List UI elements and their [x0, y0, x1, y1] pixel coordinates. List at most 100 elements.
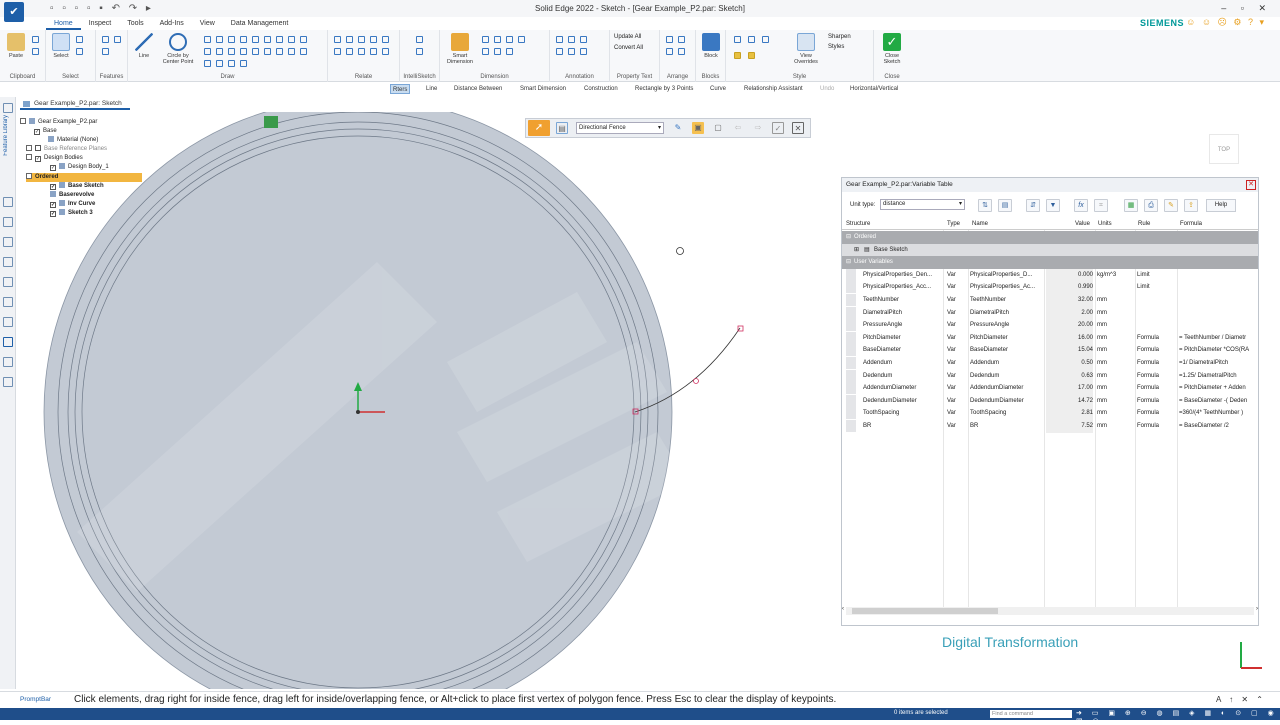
- col-value[interactable]: Value: [1075, 221, 1090, 227]
- cell-rule[interactable]: Formula: [1137, 357, 1175, 370]
- scroll-thumb[interactable]: [852, 608, 998, 614]
- visibility-checkbox[interactable]: ✓: [50, 211, 56, 217]
- tree-item-inv-curve[interactable]: ✓ Inv Curve: [50, 200, 95, 209]
- chamfer-icon[interactable]: [252, 48, 259, 55]
- help-icon[interactable]: [3, 377, 13, 387]
- arrow-right-icon[interactable]: ⇨: [752, 122, 764, 134]
- leader-icon[interactable]: [556, 48, 563, 55]
- cell-type[interactable]: Var: [947, 294, 967, 307]
- balloon-icon[interactable]: [580, 36, 587, 43]
- command-relationship-assistant[interactable]: Relationship Assistant: [742, 84, 805, 94]
- help-button[interactable]: Help: [1206, 199, 1236, 212]
- cell-name[interactable]: TeethNumber: [970, 294, 1042, 307]
- tree-item-baserevolve[interactable]: Baserevolve: [50, 191, 94, 200]
- sensors-icon[interactable]: [3, 217, 13, 227]
- cell-units[interactable]: mm: [1097, 407, 1134, 420]
- tree-item-base-reference-planes[interactable]: Base Reference Planes: [26, 145, 107, 154]
- cut-icon[interactable]: [32, 36, 39, 43]
- weld-symbol-icon[interactable]: [580, 48, 587, 55]
- fillet-icon[interactable]: [264, 36, 271, 43]
- tree-item-sketch-3[interactable]: ✓ Sketch 3: [50, 209, 93, 218]
- stretch-icon[interactable]: [288, 48, 295, 55]
- tab-tools[interactable]: Tools: [119, 18, 151, 30]
- row-selector[interactable]: [846, 319, 856, 332]
- select-arrow-icon[interactable]: ➚: [528, 120, 550, 136]
- cell-value[interactable]: 2.00: [1046, 306, 1093, 320]
- cell-structure[interactable]: DiametralPitch: [863, 307, 941, 320]
- view-cube[interactable]: TOP: [1209, 134, 1239, 164]
- cell-value[interactable]: 2.81: [1046, 407, 1093, 420]
- cell-structure[interactable]: PitchDiameter: [863, 332, 941, 345]
- visibility-checkbox[interactable]: ✓: [35, 156, 41, 162]
- scroll-right-icon[interactable]: ›: [1256, 606, 1258, 612]
- tree-item-material[interactable]: Material (None): [48, 136, 98, 145]
- cell-value[interactable]: 32.00: [1046, 294, 1093, 307]
- view-style-icon-2[interactable]: [748, 36, 755, 43]
- mirror-icon[interactable]: [288, 36, 295, 43]
- copy-variable-icon[interactable]: ▤: [998, 199, 1012, 212]
- cell-formula[interactable]: = BaseDiameter /2: [1179, 420, 1257, 433]
- cell-value[interactable]: 15.04: [1046, 344, 1093, 357]
- parallel-icon[interactable]: [346, 36, 353, 43]
- cell-type[interactable]: Var: [947, 281, 967, 294]
- view-tools-icons[interactable]: ➜ ▭ ▣ ⊕ ⊖ ◍ ▤ ◈ ▦ ◐ ⊙ ▢ ◉ ▧ ◎: [1076, 709, 1280, 725]
- chamfer-dimension-icon[interactable]: [494, 48, 501, 55]
- add-variable-icon[interactable]: ⇅: [978, 199, 992, 212]
- table-row[interactable]: DedendumDiameter Var DedendumDiameter 14.72…: [842, 394, 1258, 408]
- table-row[interactable]: PitchDiameter Var PitchDiameter 16.00 mm Form…: [842, 331, 1258, 345]
- visibility-checkbox[interactable]: ✓: [50, 184, 56, 190]
- rectangle-icon[interactable]: [204, 36, 211, 43]
- layers-icon[interactable]: [3, 197, 13, 207]
- send-to-back-icon[interactable]: [678, 36, 685, 43]
- expand-icon[interactable]: [26, 154, 32, 160]
- command-rters[interactable]: Rters: [390, 84, 411, 94]
- cell-type[interactable]: Var: [947, 307, 967, 320]
- cell-value[interactable]: 0.63: [1046, 369, 1093, 383]
- cell-value[interactable]: 14.72: [1046, 394, 1093, 408]
- cell-value[interactable]: 16.00: [1046, 331, 1093, 345]
- command-horizontal-vertical[interactable]: Horizontal/Vertical: [848, 84, 900, 94]
- paste-button[interactable]: Paste: [4, 33, 28, 59]
- offset-icon[interactable]: [276, 36, 283, 43]
- cell-rule[interactable]: Formula: [1137, 332, 1175, 345]
- feature-icon-3[interactable]: [102, 48, 109, 55]
- command-distance-between[interactable]: Distance Between: [452, 84, 504, 94]
- cell-formula[interactable]: = TeethNumber / Diametr: [1179, 332, 1257, 345]
- move-icon[interactable]: [300, 36, 307, 43]
- rigid-set-icon[interactable]: [382, 36, 389, 43]
- accept-icon[interactable]: ✓: [772, 122, 784, 134]
- cell-value[interactable]: 0.50: [1046, 357, 1093, 370]
- print-icon[interactable]: ⎙: [1144, 199, 1158, 212]
- table-row[interactable]: TeethNumber Var TeethNumber 32.00 mm: [842, 294, 1258, 307]
- angle-between-icon[interactable]: [494, 36, 501, 43]
- filter-icon[interactable]: ▣: [692, 122, 704, 134]
- col-units[interactable]: Units: [1098, 221, 1112, 227]
- cell-structure[interactable]: PhysicalProperties_Den...: [863, 269, 941, 282]
- ellipse-icon[interactable]: [216, 48, 223, 55]
- coordinate-dimension-icon[interactable]: [506, 36, 513, 43]
- prompt-bar-tools[interactable]: A ↑ ✕ ⌃: [1216, 695, 1266, 704]
- cell-formula[interactable]: =1/ DiametralPitch: [1179, 357, 1257, 370]
- appearance-icon[interactable]: [3, 257, 13, 267]
- callout-icon[interactable]: [568, 36, 575, 43]
- arc-icon[interactable]: [216, 36, 223, 43]
- fence-mode-select[interactable]: Directional Fence ▾: [576, 122, 664, 134]
- cell-type[interactable]: Var: [947, 395, 967, 408]
- row-selector[interactable]: [846, 394, 856, 407]
- dimension-style-icon[interactable]: [506, 48, 513, 55]
- command-curve[interactable]: Curve: [708, 84, 728, 94]
- surface-texture-icon[interactable]: [568, 48, 575, 55]
- cell-formula[interactable]: = PitchDiameter + Adden: [1179, 382, 1257, 395]
- row-selector[interactable]: [846, 281, 856, 294]
- select-pencil-icon[interactable]: ✎: [672, 122, 684, 134]
- row-selector[interactable]: [846, 268, 856, 281]
- cell-structure[interactable]: PhysicalProperties_Acc...: [863, 281, 941, 294]
- cell-rule[interactable]: Formula: [1137, 382, 1175, 395]
- col-rule[interactable]: Rule: [1138, 221, 1150, 227]
- angular-coordinate-icon[interactable]: [482, 48, 489, 55]
- cell-units[interactable]: mm: [1097, 357, 1134, 370]
- visibility-checkbox[interactable]: ✓: [50, 165, 56, 171]
- command-line[interactable]: Line: [424, 84, 439, 94]
- feature-library-label[interactable]: Feature Library: [3, 115, 9, 156]
- cell-value[interactable]: 17.00: [1046, 382, 1093, 395]
